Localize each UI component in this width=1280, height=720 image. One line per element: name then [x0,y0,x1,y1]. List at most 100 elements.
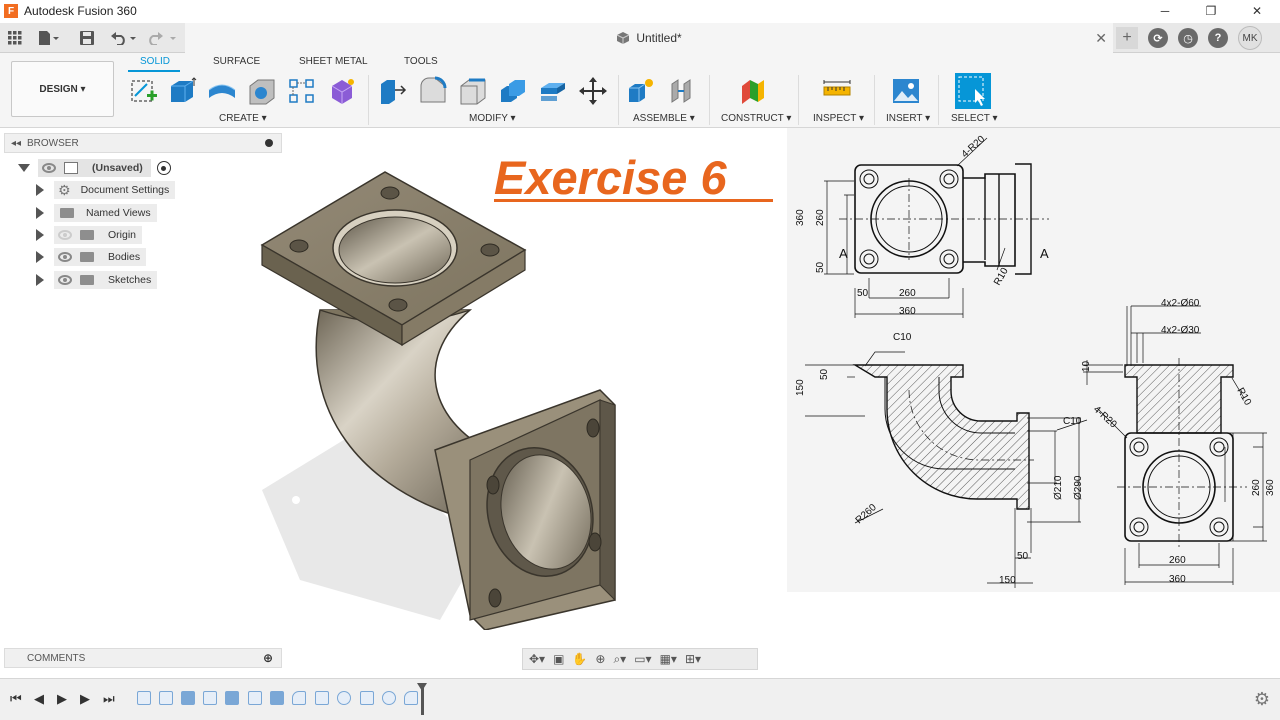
timeline-extrude-feature[interactable] [225,691,239,705]
orbit-icon[interactable]: ✥▾ [529,652,545,666]
insert-group-label[interactable]: INSERT ▾ [886,113,930,124]
activate-component-icon[interactable] [156,161,171,175]
browser-root[interactable]: (Unsaved) [18,158,171,178]
browser-item-origin[interactable]: Origin [36,225,143,245]
browser-item-document-settings[interactable]: ⚙ Document Settings [36,180,176,200]
timeline-sketch-feature[interactable] [315,691,329,705]
timeline-extrude-feature[interactable] [270,691,284,705]
browser-item-label: Bodies [108,251,141,263]
browser-item-label: Origin [108,229,137,241]
comments-panel-header[interactable]: COMMENTS ⊕ [4,648,282,668]
tab-solid[interactable]: SOLID [140,56,170,67]
redo-icon[interactable] [148,28,178,48]
expand-toggle-icon[interactable] [36,274,44,286]
visibility-eye-icon[interactable] [42,163,56,173]
browser-minimize-icon[interactable] [265,139,273,147]
timeline-hole-feature[interactable] [337,691,351,705]
visibility-eye-icon[interactable] [58,275,72,285]
grid-icon[interactable]: ▦▾ [660,652,677,666]
tab-tools[interactable]: TOOLS [404,56,438,67]
create-group-label[interactable]: CREATE ▾ [219,113,267,124]
browser-item-bodies[interactable]: Bodies [36,247,147,267]
step-back-icon[interactable]: ◀ [34,691,44,707]
play-icon[interactable]: ▶ [57,691,67,707]
new-component-icon[interactable] [627,76,657,106]
timeline-extrude-feature[interactable] [181,691,195,705]
timeline-hole-feature[interactable] [382,691,396,705]
rectangular-pattern-icon[interactable] [287,76,317,106]
timeline-fillet-feature[interactable] [404,691,418,705]
job-status-icon[interactable]: ◷ [1178,28,1198,48]
insert-image-icon[interactable] [891,76,921,106]
viewports-icon[interactable]: ⊞▾ [685,652,701,666]
file-menu-icon[interactable] [38,28,60,48]
select-group-label[interactable]: SELECT ▾ [951,113,998,124]
user-avatar[interactable]: MK [1238,26,1262,50]
hidden-eye-icon[interactable] [58,230,72,240]
zoom-icon[interactable]: ⊕ [595,652,605,666]
measure-icon[interactable] [822,76,852,106]
browser-panel-header[interactable]: ◂◂ BROWSER [4,133,282,153]
save-icon[interactable] [80,28,94,48]
browser-item-named-views[interactable]: Named Views [36,203,157,223]
timeline-sketch-feature[interactable] [248,691,262,705]
timeline-sketch-feature[interactable] [360,691,374,705]
expand-toggle-icon[interactable] [36,229,44,241]
fillet-icon[interactable] [418,76,448,106]
browser-item-sketches[interactable]: Sketches [36,270,158,290]
assemble-group-label[interactable]: ASSEMBLE ▾ [633,113,695,124]
inspect-group-label[interactable]: INSPECT ▾ [813,113,864,124]
expand-toggle-icon[interactable] [18,164,30,172]
step-forward-icon[interactable]: ▶ [80,691,90,707]
expand-toggle-icon[interactable] [36,207,44,219]
create-sketch-icon[interactable] [129,76,159,106]
offset-plane-icon[interactable] [738,76,768,106]
new-tab-button[interactable]: + [1116,27,1138,49]
move-copy-icon[interactable] [578,76,608,106]
go-to-end-icon[interactable]: ⏭ [103,691,115,707]
timeline-sketch-feature[interactable] [137,691,151,705]
select-icon[interactable] [955,73,991,109]
dim-c10-section: C10 [893,332,912,343]
expand-toggle-icon[interactable] [36,184,44,196]
visibility-eye-icon[interactable] [58,252,72,262]
close-document-button[interactable]: ✕ [1095,30,1107,47]
pan-icon[interactable]: ✋ [572,652,587,666]
collapse-browser-icon[interactable]: ◂◂ [11,138,21,149]
timeline-fillet-feature[interactable] [292,691,306,705]
timeline-sketch-feature[interactable] [203,691,217,705]
document-tab[interactable]: Untitled* ✕ [185,23,1113,53]
maximize-button[interactable]: ❐ [1188,0,1234,22]
modify-group-label[interactable]: MODIFY ▾ [469,113,516,124]
chamfer-icon[interactable] [458,76,488,106]
offset-face-icon[interactable] [538,76,568,106]
combine-icon[interactable] [498,76,528,106]
revolve-icon[interactable] [207,76,237,106]
close-window-button[interactable]: ✕ [1234,0,1280,22]
press-pull-icon[interactable] [378,76,408,106]
create-form-icon[interactable] [327,76,357,106]
shell-icon[interactable] [247,76,277,106]
tab-sheet-metal[interactable]: SHEET METAL [299,56,368,67]
pipe-elbow-3d-model[interactable] [240,160,630,630]
undo-icon[interactable] [110,28,138,48]
tab-surface[interactable]: SURFACE [213,56,260,67]
timeline-sketch-feature[interactable] [159,691,173,705]
timeline-settings-gear-icon[interactable]: ⚙ [1254,689,1270,710]
add-comment-icon[interactable]: ⊕ [263,651,273,665]
app-grid-icon[interactable] [8,28,22,48]
minimize-button[interactable]: ─ [1142,0,1188,22]
extrude-icon[interactable] [167,76,197,106]
expand-toggle-icon[interactable] [36,251,44,263]
extensions-icon[interactable]: ⟳ [1148,28,1168,48]
look-at-icon[interactable]: ▣ [553,652,564,666]
display-settings-icon[interactable]: ▭▾ [634,652,651,666]
joint-icon[interactable] [668,76,698,106]
go-to-start-icon[interactable]: ⏮ [10,691,22,707]
document-cube-icon [617,32,630,44]
zoom-window-icon[interactable]: ⌕▾ [613,652,626,667]
help-icon[interactable]: ? [1208,28,1228,48]
workspace-switcher[interactable]: DESIGN ▾ [11,61,114,117]
construct-group-label[interactable]: CONSTRUCT ▾ [721,113,791,124]
timeline-marker[interactable] [417,683,427,715]
